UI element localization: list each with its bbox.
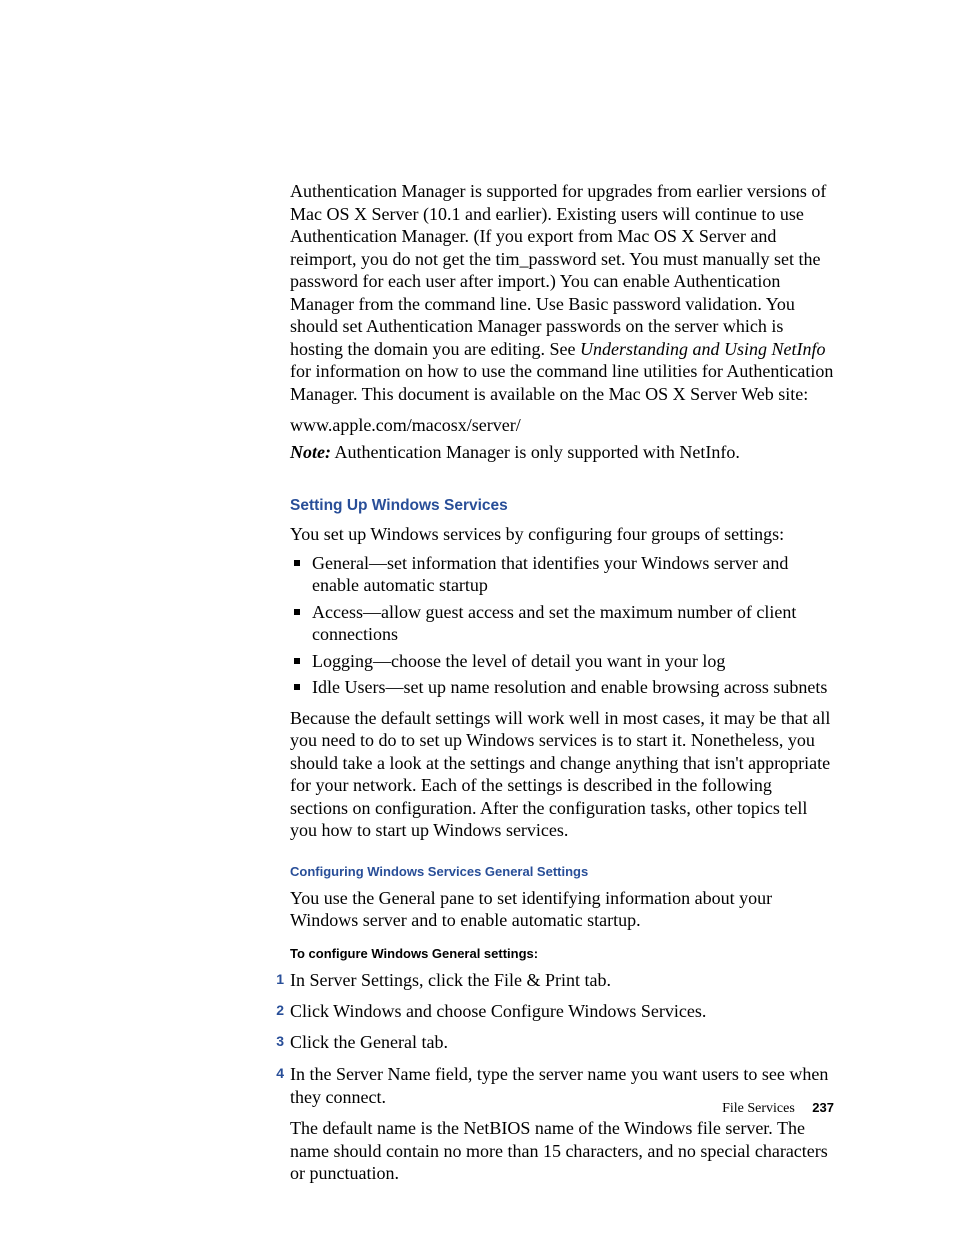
list-item: Access—allow guest access and set the ma…: [290, 601, 834, 646]
section-heading-setting-up: Setting Up Windows Services: [290, 497, 834, 515]
list-item: Idle Users—set up name resolution and en…: [290, 676, 834, 699]
step-item: In Server Settings, click the File & Pri…: [272, 969, 834, 992]
section1-lead: You set up Windows services by configuri…: [290, 523, 834, 546]
section2-lead: You use the General pane to set identify…: [290, 887, 834, 932]
subsection-heading-configuring: Configuring Windows Services General Set…: [290, 864, 834, 879]
footer-section-label: File Services: [722, 1101, 795, 1116]
footer-page-number: 237: [812, 1100, 834, 1115]
intro-paragraph: Authentication Manager is supported for …: [290, 180, 834, 405]
step-followup: The default name is the NetBIOS name of …: [290, 1117, 834, 1185]
section1-tail: Because the default settings will work w…: [290, 707, 834, 842]
task-heading: To configure Windows General settings:: [290, 946, 834, 961]
step-item: Click Windows and choose Configure Windo…: [272, 1000, 834, 1023]
list-item: Logging—choose the level of detail you w…: [290, 650, 834, 673]
note-line: Note: Authentication Manager is only sup…: [290, 442, 834, 463]
reference-url: www.apple.com/macosx/server/: [290, 415, 834, 436]
page-footer: File Services 237: [722, 1100, 834, 1117]
step-item: In the Server Name field, type the serve…: [272, 1063, 834, 1185]
steps-list: In Server Settings, click the File & Pri…: [272, 969, 834, 1185]
intro-text-a: Authentication Manager is supported for …: [290, 181, 826, 359]
list-item: General—set information that identifies …: [290, 552, 834, 597]
note-text: Authentication Manager is only supported…: [331, 442, 740, 462]
intro-text-b: for information on how to use the comman…: [290, 361, 833, 404]
step-item: Click the General tab.: [272, 1031, 834, 1054]
settings-bullet-list: General—set information that identifies …: [290, 552, 834, 699]
intro-emphasis: Understanding and Using NetInfo: [580, 339, 826, 359]
document-page: Authentication Manager is supported for …: [0, 0, 954, 1235]
note-label: Note:: [290, 442, 331, 462]
